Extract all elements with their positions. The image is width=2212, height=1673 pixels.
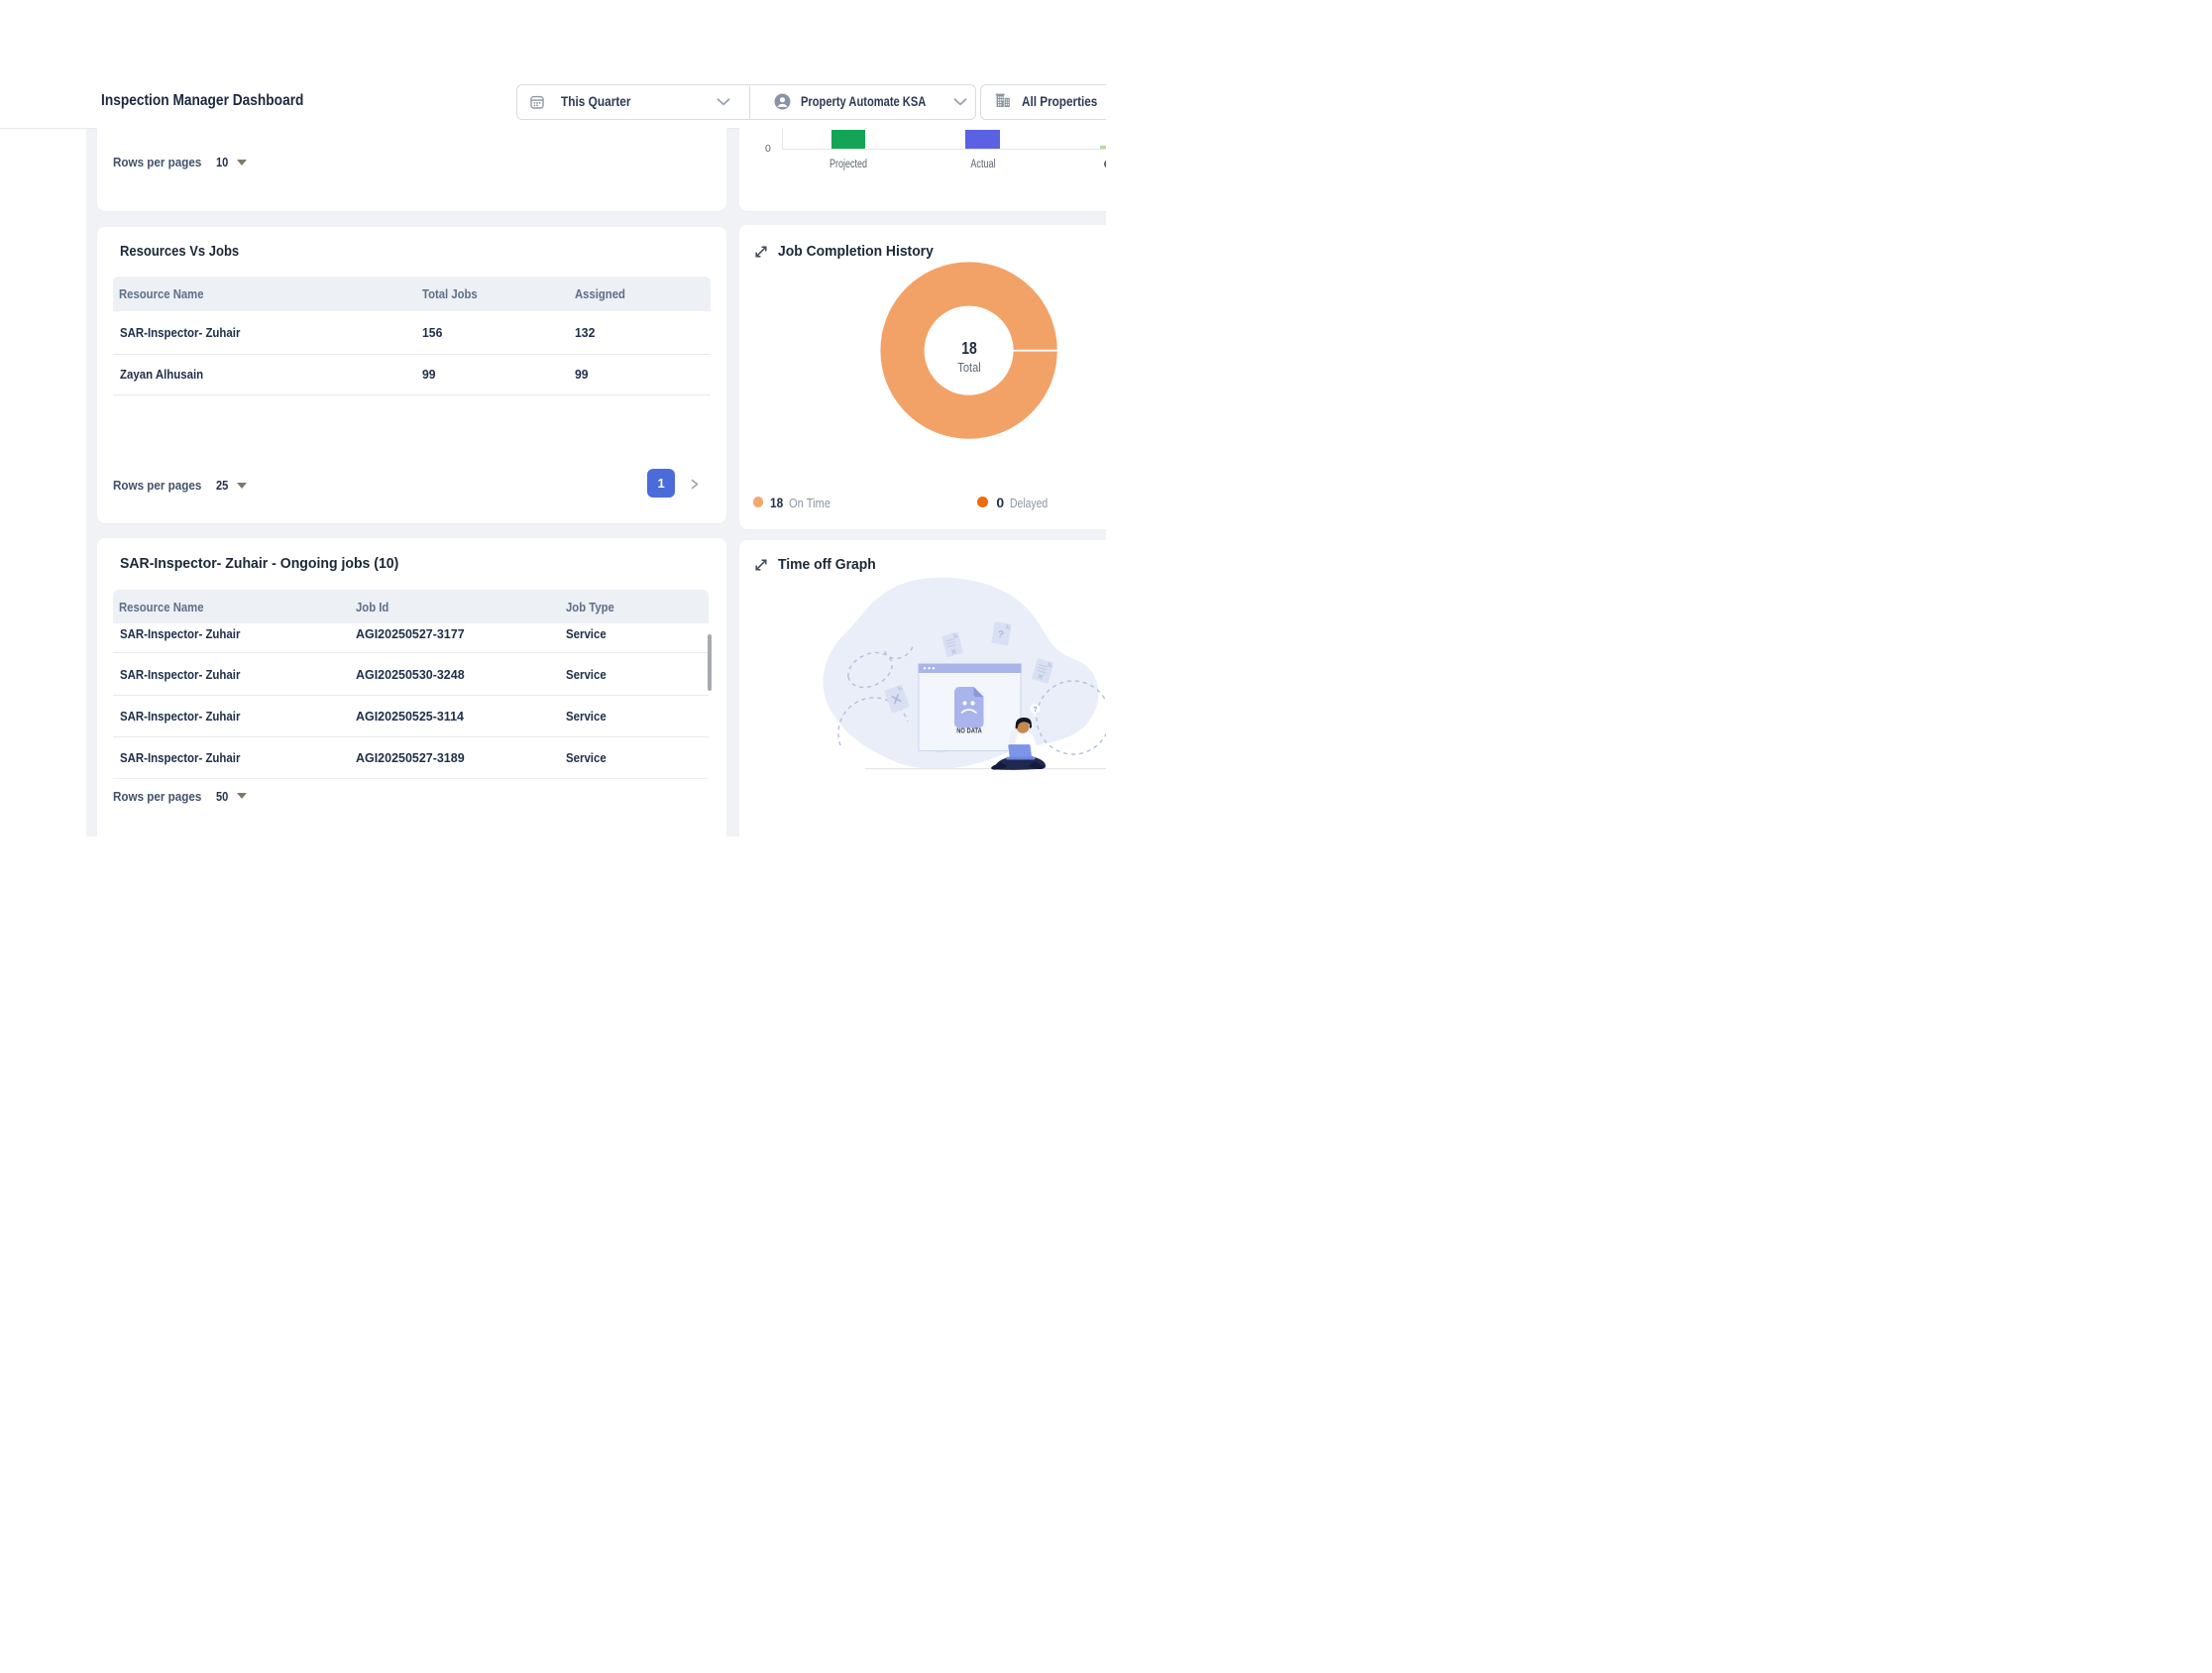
svg-text:?: ? (1033, 707, 1037, 714)
svg-text:NO DATA: NO DATA (956, 726, 982, 735)
